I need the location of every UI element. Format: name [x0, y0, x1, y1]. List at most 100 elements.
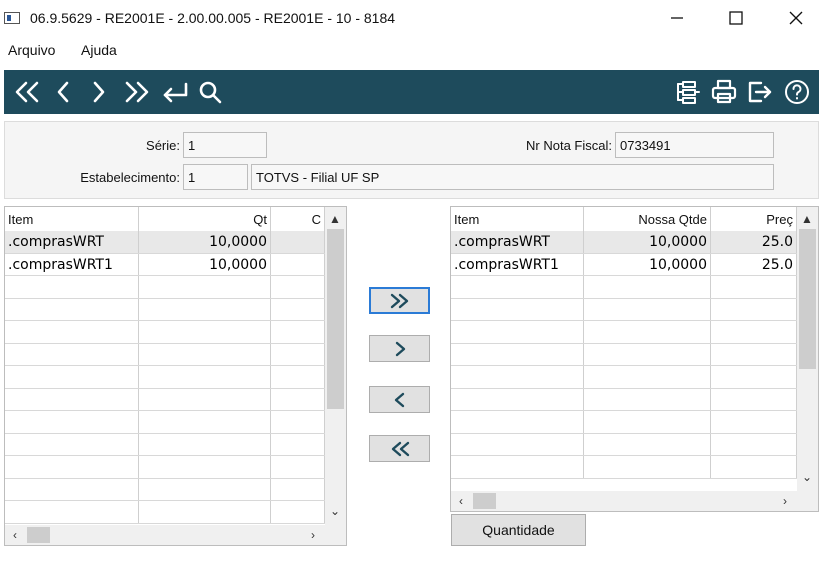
empty-row — [5, 276, 325, 299]
remove-all-button[interactable] — [369, 435, 430, 462]
scroll-down-icon[interactable]: ⌄ — [327, 503, 343, 519]
scroll-up-icon[interactable]: ▲ — [799, 211, 815, 227]
column-header-qt[interactable]: Qt — [139, 207, 271, 231]
cell-qt: 10,0000 — [139, 231, 271, 253]
help-button[interactable] — [782, 76, 812, 108]
empty-row — [451, 321, 797, 344]
toolbar — [4, 70, 819, 114]
close-icon — [789, 11, 803, 25]
empty-row — [451, 343, 797, 366]
cell-preco: 25.0 — [711, 253, 797, 275]
goto-button[interactable] — [158, 76, 192, 108]
maximize-icon — [729, 11, 743, 25]
nota-fiscal-field[interactable]: 0733491 — [615, 132, 774, 158]
table-row[interactable]: .comprasWRT 10,0000 25.0 — [451, 231, 797, 254]
window-title: 06.9.5629 - RE2001E - 2.00.00.005 - RE20… — [30, 10, 396, 26]
cell-item: .comprasWRT — [5, 231, 139, 253]
scroll-thumb[interactable] — [27, 527, 50, 543]
cell-nossa-qtde: 10,0000 — [584, 253, 711, 275]
horizontal-scrollbar[interactable]: ‹ › — [451, 491, 818, 511]
navigation-tree-icon — [677, 81, 700, 104]
vertical-scrollbar[interactable]: ▲ ⌄ — [797, 207, 818, 491]
column-header-nossa-qtde[interactable]: Nossa Qtde — [584, 207, 711, 231]
empty-row — [5, 501, 325, 524]
remove-selected-icon — [394, 392, 404, 407]
scroll-right-icon[interactable]: › — [777, 493, 793, 509]
serie-label: Série: — [146, 138, 180, 153]
help-icon — [785, 80, 809, 104]
column-header-item[interactable]: Item — [5, 207, 139, 231]
minimize-button[interactable] — [654, 0, 700, 36]
cell-c — [271, 253, 325, 275]
last-record-button[interactable] — [120, 76, 154, 108]
horizontal-scrollbar[interactable]: ‹ › — [5, 525, 346, 545]
scroll-right-icon[interactable]: › — [305, 527, 321, 543]
estabelecimento-code-field[interactable]: 1 — [183, 164, 248, 190]
search-icon — [199, 81, 222, 104]
scroll-up-icon[interactable]: ▲ — [327, 211, 343, 227]
empty-row — [451, 411, 797, 434]
cell-c — [271, 231, 325, 253]
empty-row — [451, 433, 797, 456]
last-record-icon — [125, 81, 149, 103]
available-items-grid[interactable]: Item Qt C .comprasWRT 10,0000 .comprasWR… — [4, 206, 347, 546]
scroll-left-icon[interactable]: ‹ — [453, 493, 469, 509]
add-all-icon — [390, 293, 408, 308]
quantidade-button[interactable]: Quantidade — [451, 514, 586, 546]
column-header-item[interactable]: Item — [451, 207, 584, 231]
empty-row — [5, 411, 325, 434]
selected-items-grid[interactable]: Item Nossa Qtde Preç .comprasWRT 10,0000… — [450, 206, 819, 512]
nota-fiscal-label: Nr Nota Fiscal: — [526, 138, 612, 153]
table-row[interactable]: .comprasWRT 10,0000 — [5, 231, 325, 254]
empty-row — [5, 456, 325, 479]
first-record-button[interactable] — [10, 76, 44, 108]
cell-item: .comprasWRT — [451, 231, 584, 253]
add-all-button[interactable] — [369, 287, 430, 314]
empty-row — [5, 321, 325, 344]
empty-row — [451, 298, 797, 321]
cell-item: .comprasWRT1 — [5, 253, 139, 275]
close-button[interactable] — [773, 0, 819, 36]
grid-rows: .comprasWRT 10,0000 .comprasWRT1 10,0000 — [5, 231, 325, 524]
remove-selected-button[interactable] — [369, 386, 430, 413]
estabelecimento-name-field: TOTVS - Filial UF SP — [251, 164, 774, 190]
scroll-left-icon[interactable]: ‹ — [7, 527, 23, 543]
empty-row — [5, 433, 325, 456]
app-icon[interactable] — [4, 12, 20, 24]
column-header-preco[interactable]: Preç — [711, 207, 797, 231]
maximize-button[interactable] — [713, 0, 759, 36]
exit-button[interactable] — [744, 76, 776, 108]
empty-row — [5, 478, 325, 501]
scroll-thumb[interactable] — [473, 493, 496, 509]
menu-bar — [0, 38, 823, 62]
cell-qt: 10,0000 — [139, 253, 271, 275]
table-row[interactable]: .comprasWRT1 10,0000 — [5, 253, 325, 276]
next-record-button[interactable] — [86, 76, 112, 108]
vertical-scrollbar[interactable]: ▲ ⌄ — [325, 207, 346, 525]
next-record-icon — [93, 81, 105, 103]
empty-row — [5, 366, 325, 389]
cell-item: .comprasWRT1 — [451, 253, 584, 275]
empty-row — [451, 456, 797, 479]
print-button[interactable] — [708, 76, 740, 108]
table-row[interactable]: .comprasWRT1 10,0000 25.0 — [451, 253, 797, 276]
add-selected-button[interactable] — [369, 335, 430, 362]
grid-header: Item Qt C — [5, 207, 325, 231]
scroll-thumb[interactable] — [799, 229, 816, 369]
scroll-thumb[interactable] — [327, 229, 344, 409]
empty-row — [451, 388, 797, 411]
menu-arquivo[interactable]: Arquivo — [8, 42, 55, 58]
serie-field[interactable]: 1 — [183, 132, 267, 158]
previous-record-button[interactable] — [50, 76, 76, 108]
column-header-c[interactable]: C — [271, 207, 325, 231]
empty-row — [5, 298, 325, 321]
scroll-down-icon[interactable]: ⌄ — [799, 469, 815, 485]
cell-preco: 25.0 — [711, 231, 797, 253]
search-button[interactable] — [196, 76, 226, 108]
print-icon — [711, 79, 737, 104]
navigation-tree-button[interactable] — [672, 76, 704, 108]
empty-row — [5, 343, 325, 366]
empty-row — [5, 388, 325, 411]
menu-ajuda[interactable]: Ajuda — [81, 42, 117, 58]
estabelecimento-label: Estabelecimento: — [80, 170, 180, 185]
